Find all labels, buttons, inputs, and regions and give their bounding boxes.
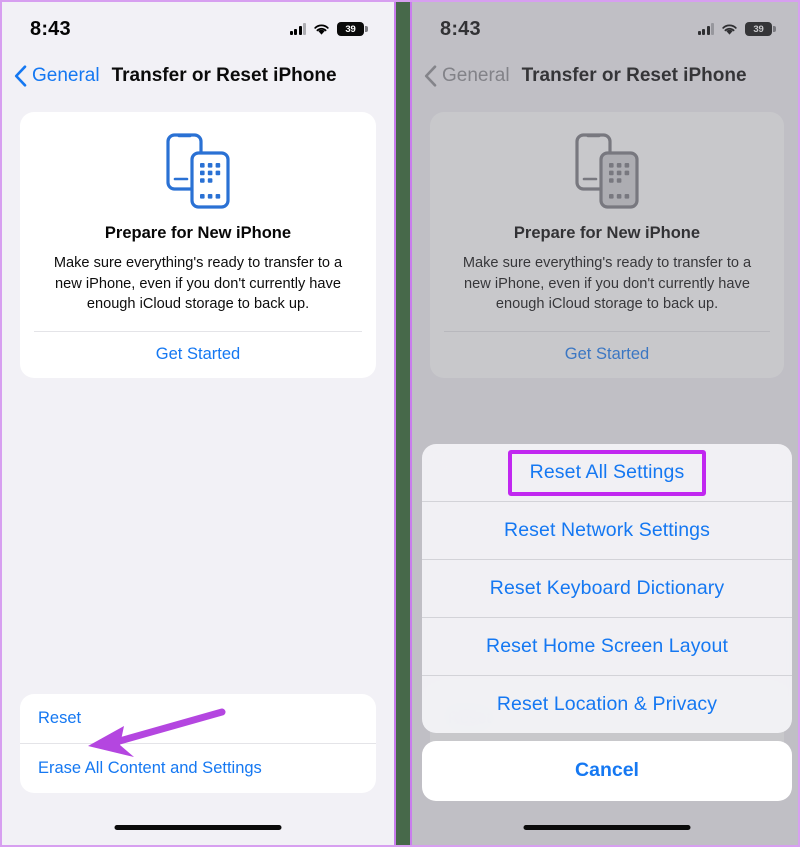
prepare-card-body: Prepare for New iPhone Make sure everyth… (20, 112, 376, 331)
screenshot-root: 8:43 39 General Transfer or Reset iPhone (0, 0, 800, 847)
reset-all-settings-option[interactable]: Reset All Settings (422, 444, 792, 501)
status-bar-right: 8:43 39 (412, 2, 798, 48)
reset-options-list: Reset Erase All Content and Settings (20, 694, 376, 793)
get-started-button[interactable]: Get Started (20, 332, 376, 378)
two-phones-transfer-icon (166, 133, 230, 209)
erase-all-content-row[interactable]: Erase All Content and Settings (20, 743, 376, 793)
back-button-label-right: General (442, 65, 510, 86)
home-indicator (114, 824, 282, 830)
chevron-left-icon[interactable] (14, 65, 27, 87)
wifi-icon (314, 24, 329, 35)
wifi-icon (722, 24, 737, 35)
cellular-signal-icon (289, 23, 306, 35)
prepare-card-description: Make sure everything's ready to transfer… (53, 255, 343, 313)
reset-home-screen-layout-option[interactable]: Reset Home Screen Layout (422, 617, 792, 675)
nav-bar-right: General Transfer or Reset iPhone (412, 48, 798, 98)
prepare-card-body-right: Prepare for New iPhone Make sure everyth… (430, 112, 784, 331)
page-title: Transfer or Reset iPhone (111, 65, 337, 86)
status-time-right: 8:43 (440, 17, 481, 40)
nav-bar-left: General Transfer or Reset iPhone (2, 48, 394, 98)
status-icons: 39 (289, 22, 368, 36)
status-bar-left: 8:43 39 (2, 2, 394, 48)
cellular-signal-icon (697, 23, 714, 35)
reset-action-sheet: Reset All Settings Reset Network Setting… (422, 444, 792, 801)
chevron-left-icon[interactable] (424, 65, 437, 87)
cancel-button[interactable]: Cancel (422, 741, 792, 801)
prepare-card-title: Prepare for New iPhone (104, 224, 292, 242)
battery-icon: 39 (745, 22, 776, 36)
prepare-for-new-iphone-card-right: Prepare for New iPhone Make sure everyth… (430, 112, 784, 379)
page-title-right: Transfer or Reset iPhone (521, 65, 747, 86)
reset-location-privacy-option[interactable]: Reset Location & Privacy (422, 675, 792, 733)
left-phone-panel: 8:43 39 General Transfer or Reset iPhone (2, 2, 394, 845)
battery-percent-right: 39 (753, 23, 764, 35)
status-icons-right: 39 (697, 22, 776, 36)
prepare-card-description-right: Make sure everything's ready to transfer… (462, 255, 752, 313)
status-time: 8:43 (30, 17, 71, 40)
back-button-label[interactable]: General (32, 65, 100, 87)
right-phone-panel: 8:43 39 General Transfer or Reset iPhone (412, 2, 798, 845)
reset-keyboard-dictionary-option[interactable]: Reset Keyboard Dictionary (422, 559, 792, 617)
reset-network-settings-option[interactable]: Reset Network Settings (422, 501, 792, 559)
battery-percent: 39 (345, 23, 356, 35)
prepare-for-new-iphone-card: Prepare for New iPhone Make sure everyth… (20, 112, 376, 379)
two-phones-transfer-icon (575, 133, 639, 209)
home-indicator-right (523, 824, 691, 830)
action-sheet-options-group: Reset All Settings Reset Network Setting… (422, 444, 792, 733)
prepare-card-title-right: Prepare for New iPhone (513, 224, 701, 242)
battery-icon: 39 (337, 22, 368, 36)
get-started-button-right: Get Started (564, 345, 650, 364)
panel-divider (394, 2, 412, 845)
reset-all-settings-label: Reset All Settings (529, 461, 685, 483)
reset-row[interactable]: Reset (20, 694, 376, 743)
